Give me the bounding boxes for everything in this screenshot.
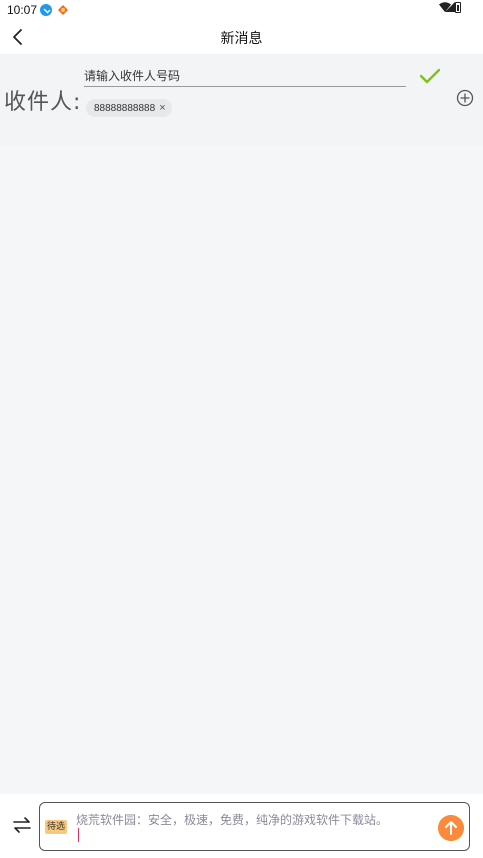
- confirm-recipient-button[interactable]: [418, 66, 442, 86]
- pending-tag[interactable]: 待选: [45, 820, 68, 834]
- message-list-area: [0, 146, 483, 794]
- recipient-chip[interactable]: 88888888888 ×: [86, 99, 172, 117]
- recipient-number-input[interactable]: [84, 66, 406, 87]
- remove-recipient-icon[interactable]: ×: [159, 99, 165, 117]
- recipient-chip-number: 88888888888: [94, 103, 156, 114]
- header-bar: 新消息: [0, 20, 483, 54]
- status-bar: 10:07: [0, 0, 483, 20]
- status-time: 10:07: [7, 3, 38, 17]
- recipient-label: 收件人:: [4, 90, 82, 115]
- recipient-panel: 收件人: 88888888888×: [0, 54, 483, 146]
- switch-input-button[interactable]: [12, 816, 32, 834]
- message-composer: 待选: [0, 794, 483, 858]
- message-input-box: 待选: [39, 802, 470, 851]
- message-input[interactable]: [76, 811, 426, 845]
- battery-icon: [455, 2, 461, 13]
- page-title: 新消息: [220, 31, 263, 47]
- text-caret: [78, 828, 79, 842]
- add-contact-button[interactable]: [456, 89, 474, 107]
- send-button[interactable]: [438, 815, 464, 841]
- app-notification-icon: [58, 5, 68, 15]
- signal-icon: [445, 2, 455, 12]
- download-icon: [40, 4, 52, 16]
